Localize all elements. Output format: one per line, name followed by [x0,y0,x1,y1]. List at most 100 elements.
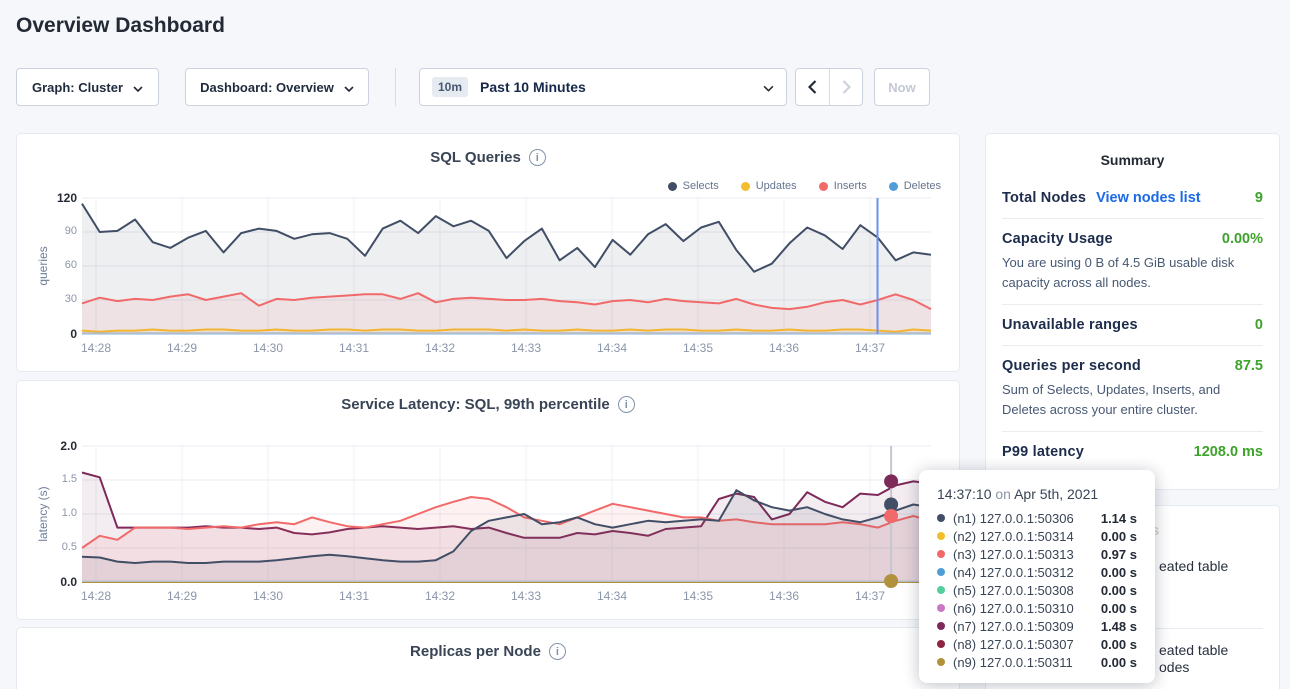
x-axis-tick: 14:34 [590,341,634,355]
series-color-dot [937,604,945,612]
y-axis-tick: 1.0 [31,507,77,519]
tooltip-node-value: 0.00 s [1101,637,1137,652]
series-color-dot [937,568,945,576]
tooltip-node-address: (n4) 127.0.0.1:50312 [953,565,1074,580]
tooltip-node-value: 0.00 s [1101,565,1137,580]
y-axis-tick: 2.0 [31,439,77,453]
tooltip-node-address: (n7) 127.0.0.1:50309 [953,619,1074,634]
tooltip-node-address: (n9) 127.0.0.1:50311 [953,655,1073,670]
summary-label: Unavailable ranges [1002,317,1138,333]
tooltip-sep: on [995,486,1011,502]
chevron-down-icon [344,80,354,95]
y-axis-tick: 0.0 [31,575,77,589]
x-axis-tick: 14:28 [74,341,118,355]
tooltip-node-value: 0.00 s [1101,583,1137,598]
summary-label: Total Nodes [1002,190,1086,206]
summary-value: 0 [1255,317,1263,333]
summary-value: 1208.0 ms [1194,444,1263,460]
now-button[interactable]: Now [874,68,930,106]
legend-item-deletes[interactable]: Deletes [889,180,941,192]
tooltip-node-address: (n8) 127.0.0.1:50307 [953,637,1074,652]
dashboard-dropdown-label: Dashboard: Overview [200,80,334,95]
overview-dashboard-page: Overview Dashboard Graph: Cluster Dashbo… [0,0,1290,689]
tooltip-node-address: (n6) 127.0.0.1:50310 [953,601,1074,616]
series-color-dot [937,658,945,666]
tooltip-time: 14:37:10 [937,486,992,502]
summary-row: Queries per second 87.5 Sum of Selects, Up… [1002,345,1263,431]
time-next-button[interactable] [829,69,862,105]
tooltip-row: (n8) 127.0.0.1:50307 0.00 s [937,635,1137,653]
x-axis-tick: 14:37 [848,589,892,603]
info-icon[interactable]: i [529,149,546,166]
series-color-dot [937,586,945,594]
summary-label: P99 latency [1002,444,1084,460]
chart-legend: Selects Updates Inserts Deletes [668,180,941,192]
legend-label: Inserts [834,180,867,192]
tooltip-node-address: (n5) 127.0.0.1:50308 [953,583,1074,598]
x-axis-tick: 14:29 [160,589,204,603]
summary-row-head: Total NodesView nodes list9 [1002,190,1263,206]
legend-label: Selects [683,180,719,192]
service-latency-plot[interactable] [82,446,931,582]
chart-header: Replicas per Node i [17,643,959,660]
time-range-badge: 10m [432,77,468,97]
summary-value: 0.00% [1222,231,1263,247]
graph-dropdown[interactable]: Graph: Cluster [16,68,159,106]
sql-queries-plot[interactable] [82,198,931,334]
view-nodes-list-link[interactable]: View nodes list [1096,190,1201,206]
x-axis-tick: 14:29 [160,341,204,355]
time-range-label: Past 10 Minutes [480,79,586,95]
dashboard-dropdown[interactable]: Dashboard: Overview [185,68,369,106]
legend-item-inserts[interactable]: Inserts [819,180,867,192]
chart-header: SQL Queries i [17,149,959,166]
x-axis-tick: 14:35 [676,589,720,603]
time-range-dropdown[interactable]: 10m Past 10 Minutes [419,68,787,106]
x-axis-tick: 14:37 [848,341,892,355]
tooltip-node-value: 0.00 s [1101,529,1137,544]
tooltip-node-address: (n1) 127.0.0.1:50306 [953,511,1074,526]
x-axis-tick: 14:33 [504,341,548,355]
series-color-dot [937,514,945,522]
tooltip-row: (n2) 127.0.0.1:50314 0.00 s [937,527,1137,545]
series-color-dot [937,622,945,630]
series-color-dot [937,640,945,648]
tooltip-row: (n9) 127.0.0.1:503110.00 s [937,653,1137,671]
info-icon[interactable]: i [618,396,635,413]
x-axis-tick: 14:32 [418,589,462,603]
legend-item-selects[interactable]: Selects [668,180,719,192]
tooltip-row: (n5) 127.0.0.1:50308 0.00 s [937,581,1137,599]
legend-item-updates[interactable]: Updates [741,180,797,192]
chevron-right-icon [842,80,851,94]
info-icon[interactable]: i [549,643,566,660]
summary-description: Sum of Selects, Updates, Inserts, and De… [1002,380,1263,419]
event-row-fragment: eated table [1159,642,1228,658]
chart-title: Replicas per Node [410,643,541,660]
tooltip-node-value: 1.48 s [1101,619,1137,634]
event-row-fragment: eated table [1159,558,1228,574]
x-axis-tick: 14:31 [332,341,376,355]
summary-title: Summary [1002,134,1263,178]
x-axis-tick: 14:28 [74,589,118,603]
tooltip-node-address: (n2) 127.0.0.1:50314 [953,529,1074,544]
chevron-down-icon [133,80,143,95]
series-color-dot [937,532,945,540]
summary-value: 87.5 [1235,358,1263,374]
time-prev-button[interactable] [796,69,829,105]
chevron-left-icon [808,80,817,94]
x-axis-tick: 14:36 [762,341,806,355]
tooltip-row: (n7) 127.0.0.1:50309 1.48 s [937,617,1137,635]
legend-dot [668,182,677,191]
summary-row: Unavailable ranges 0 [1002,304,1263,345]
y-axis-tick: 60 [31,259,77,271]
tooltip-rows: (n1) 127.0.0.1:503061.14 s(n2) 127.0.0.1… [937,509,1137,671]
summary-rows: Total NodesView nodes list9Capacity Usag… [1002,178,1263,472]
x-axis-tick: 14:31 [332,589,376,603]
legend-label: Updates [756,180,797,192]
event-row-fragment: odes [1159,659,1189,675]
summary-label: Queries per second [1002,358,1141,374]
dashboard-controls: Graph: Cluster Dashboard: Overview 10m P… [16,68,930,106]
summary-row-head: Queries per second 87.5 [1002,358,1263,374]
legend-dot [819,182,828,191]
chart-title: Service Latency: SQL, 99th percentile [341,396,609,413]
y-axis-tick: 0.5 [31,541,77,553]
